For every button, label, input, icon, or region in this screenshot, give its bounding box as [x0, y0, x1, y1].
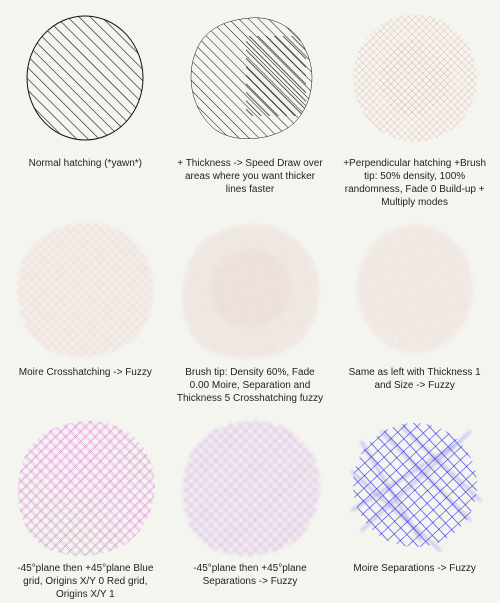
canvas-5 [176, 215, 324, 363]
canvas-8 [176, 411, 324, 559]
cell-7: -45°plane then +45°plane Blue grid, Orig… [4, 409, 167, 603]
canvas-9 [341, 411, 489, 559]
caption-6: Same as left with Thickness 1 and Size -… [340, 366, 490, 392]
caption-1: Normal hatching (*yawn*) [29, 157, 142, 170]
caption-8: -45°plane then +45°plane Separations -> … [175, 562, 325, 588]
caption-3: +Perpendicular hatching +Brush tip: 50% … [340, 157, 490, 209]
canvas-7 [11, 411, 159, 559]
cell-4: Moire Crosshatching -> Fuzzy [4, 213, 167, 407]
cell-6: Same as left with Thickness 1 and Size -… [333, 213, 496, 407]
cell-2: + Thickness -> Speed Draw over areas whe… [169, 4, 332, 211]
caption-7: -45°plane then +45°plane Blue grid, Orig… [10, 562, 160, 601]
caption-2: + Thickness -> Speed Draw over areas whe… [175, 157, 325, 196]
canvas-1 [11, 6, 159, 154]
cell-1: Normal hatching (*yawn*) [4, 4, 167, 211]
cell-5: Brush tip: Density 60%, Fade 0.00 Moire,… [169, 213, 332, 407]
canvas-2 [176, 6, 324, 154]
canvas-6 [341, 215, 489, 363]
canvas-4 [11, 215, 159, 363]
main-grid: Normal hatching (*yawn*) [0, 0, 500, 595]
caption-4: Moire Crosshatching -> Fuzzy [19, 366, 152, 379]
cell-8: -45°plane then +45°plane Separations -> … [169, 409, 332, 603]
caption-9: Moire Separations -> Fuzzy [353, 562, 476, 575]
cell-9: Moire Separations -> Fuzzy [333, 409, 496, 603]
canvas-3 [341, 6, 489, 154]
cell-3: +Perpendicular hatching +Brush tip: 50% … [333, 4, 496, 211]
caption-5: Brush tip: Density 60%, Fade 0.00 Moire,… [175, 366, 325, 405]
